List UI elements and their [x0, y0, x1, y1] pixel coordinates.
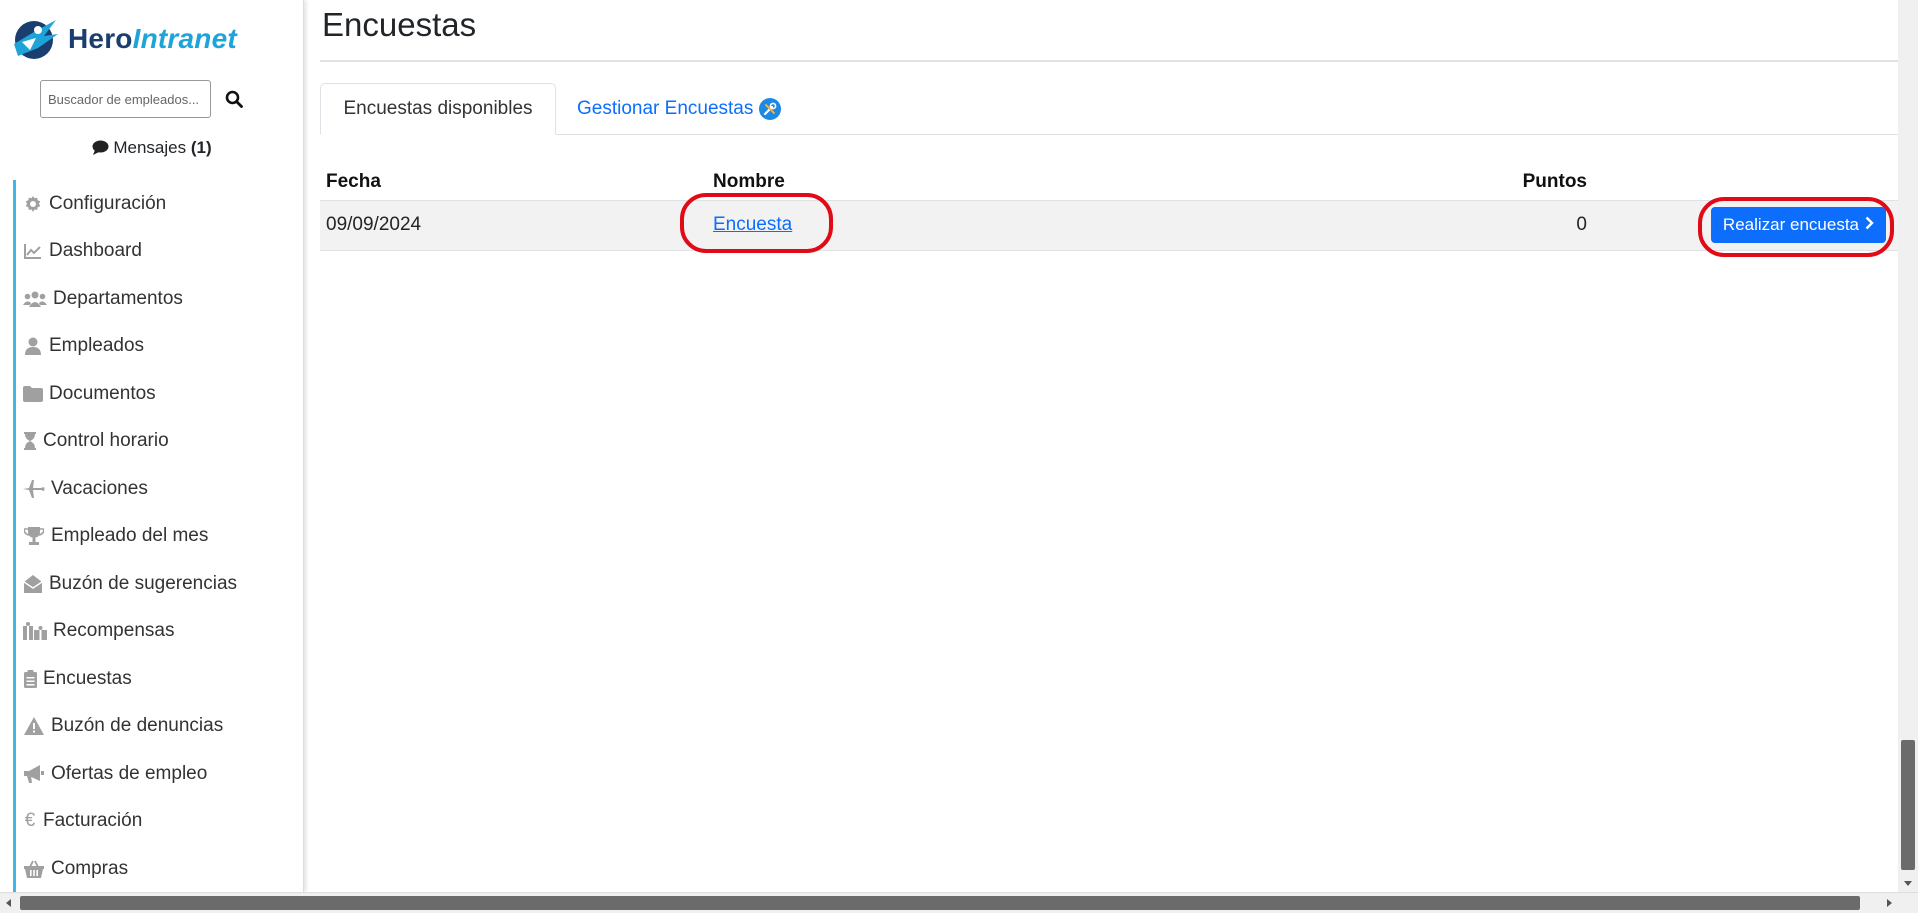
- sidebar-item-label: Recompensas: [53, 620, 175, 642]
- chart-line-icon: [23, 241, 43, 261]
- vertical-scrollbar[interactable]: [1898, 0, 1918, 892]
- plane-icon: [23, 479, 45, 499]
- sidebar-item-buzon-denuncias[interactable]: Buzón de denuncias: [13, 702, 303, 750]
- scroll-right-arrow-icon[interactable]: [1887, 899, 1892, 907]
- hourglass-icon: [23, 431, 37, 451]
- sidebar-nav: Configuración Dashboard Departamentos Em…: [13, 180, 303, 892]
- sidebar-item-label: Vacaciones: [51, 477, 148, 499]
- surveys-table: Fecha Nombre Puntos 09/09/2024 Encuesta …: [320, 164, 1898, 257]
- table-row: 09/09/2024 Encuesta 0 Realizar encuesta: [320, 193, 1898, 257]
- sidebar-item-encuestas[interactable]: Encuestas: [13, 655, 303, 703]
- sidebar-item-buzon-sugerencias[interactable]: Buzón de sugerencias: [13, 560, 303, 608]
- sidebar-item-recompensas[interactable]: Recompensas: [13, 607, 303, 655]
- sidebar-item-departamentos[interactable]: Departamentos: [13, 275, 303, 323]
- sidebar-item-label: Buzón de denuncias: [51, 715, 224, 737]
- hero-logo-icon: [14, 20, 58, 59]
- employee-search: [40, 80, 249, 118]
- sidebar-item-empleado-del-mes[interactable]: Empleado del mes: [13, 512, 303, 560]
- scroll-down-arrow-icon[interactable]: [1904, 881, 1912, 886]
- cell-puntos: 0: [1197, 199, 1593, 251]
- trophy-icon: [23, 526, 45, 546]
- sidebar-item-label: Empleado del mes: [51, 525, 209, 547]
- sidebar-item-label: Encuestas: [43, 667, 132, 689]
- messages-link[interactable]: Mensajes (1): [0, 138, 303, 160]
- cell-actions: Realizar encuesta: [1593, 197, 1898, 257]
- warning-icon: [23, 716, 45, 736]
- horizontal-scrollbar[interactable]: [0, 892, 1918, 913]
- chevron-right-icon: [1865, 215, 1874, 235]
- envelope-open-icon: [23, 574, 43, 594]
- sidebar-item-label: Compras: [51, 857, 129, 879]
- main-content: Encuestas Encuestas disponibles Gestiona…: [320, 0, 1898, 892]
- basket-icon: [23, 859, 45, 879]
- messages-label: Mensajes: [113, 138, 187, 157]
- tab-gestionar-encuestas[interactable]: Gestionar Encuestas: [577, 83, 782, 135]
- cell-nombre: Encuesta: [679, 193, 1197, 253]
- logo-text: HeroIntranet: [68, 23, 237, 54]
- vertical-scrollbar-thumb[interactable]: [1901, 740, 1915, 870]
- sidebar-item-compras[interactable]: Compras: [13, 845, 303, 892]
- sidebar-item-label: Dashboard: [49, 240, 142, 262]
- column-header-fecha: Fecha: [326, 170, 381, 192]
- folder-icon: [23, 384, 43, 404]
- sidebar-item-vacaciones[interactable]: Vacaciones: [13, 465, 303, 513]
- sidebar-item-facturacion[interactable]: € Facturación: [13, 797, 303, 845]
- tab-encuestas-disponibles[interactable]: Encuestas disponibles: [320, 83, 556, 135]
- title-divider: [320, 60, 1898, 62]
- sidebar-item-control-horario[interactable]: Control horario: [13, 417, 303, 465]
- column-header-puntos: Puntos: [1522, 170, 1587, 192]
- sidebar-item-label: Configuración: [49, 192, 167, 214]
- sidebar-item-documentos[interactable]: Documentos: [13, 370, 303, 418]
- users-icon: [23, 289, 47, 309]
- button-label: Realizar encuesta: [1722, 215, 1859, 234]
- megaphone-icon: [23, 764, 45, 784]
- gear-icon: [23, 194, 43, 214]
- table-header-row: Fecha Nombre Puntos: [320, 164, 1898, 200]
- cell-fecha: 09/09/2024: [320, 199, 707, 251]
- gifts-icon: [23, 621, 47, 641]
- messages-count: (1): [190, 138, 212, 157]
- sidebar-item-label: Ofertas de empleo: [51, 762, 208, 784]
- sidebar-item-empleados[interactable]: Empleados: [13, 322, 303, 370]
- column-header-actions: [1593, 164, 1898, 200]
- chat-icon: [92, 140, 109, 160]
- horizontal-scrollbar-thumb[interactable]: [20, 896, 1860, 910]
- user-icon: [23, 336, 43, 356]
- realizar-encuesta-button[interactable]: Realizar encuesta: [1697, 197, 1895, 257]
- sidebar-item-label: Documentos: [49, 382, 156, 404]
- clipboard-list-icon: [23, 669, 37, 689]
- sidebar-item-dashboard[interactable]: Dashboard: [13, 227, 303, 275]
- survey-tabs: Encuestas disponibles Gestionar Encuesta…: [320, 83, 1898, 135]
- survey-name-highlight: Encuesta: [679, 193, 834, 253]
- tools-icon: [759, 98, 782, 120]
- search-icon[interactable]: [219, 84, 249, 114]
- survey-name-link[interactable]: Encuesta: [713, 214, 792, 235]
- sidebar-item-label: Departamentos: [53, 287, 183, 309]
- euro-icon: €: [24, 810, 36, 832]
- app-logo[interactable]: HeroIntranet: [8, 10, 298, 68]
- sidebar-item-label: Facturación: [43, 810, 143, 832]
- sidebar-item-ofertas-empleo[interactable]: Ofertas de empleo: [13, 750, 303, 798]
- scroll-left-arrow-icon[interactable]: [6, 899, 11, 907]
- sidebar: HeroIntranet Mensajes (1) Configuración …: [0, 0, 304, 892]
- sidebar-item-label: Control horario: [43, 430, 169, 452]
- sidebar-item-label: Buzón de sugerencias: [49, 572, 238, 594]
- sidebar-item-configuracion[interactable]: Configuración: [13, 180, 303, 228]
- tab-label: Encuestas disponibles: [343, 98, 533, 119]
- page-title: Encuestas: [322, 6, 477, 43]
- tab-label: Gestionar Encuestas: [577, 98, 754, 119]
- sidebar-item-label: Empleados: [49, 335, 145, 357]
- employee-search-input[interactable]: [40, 80, 211, 118]
